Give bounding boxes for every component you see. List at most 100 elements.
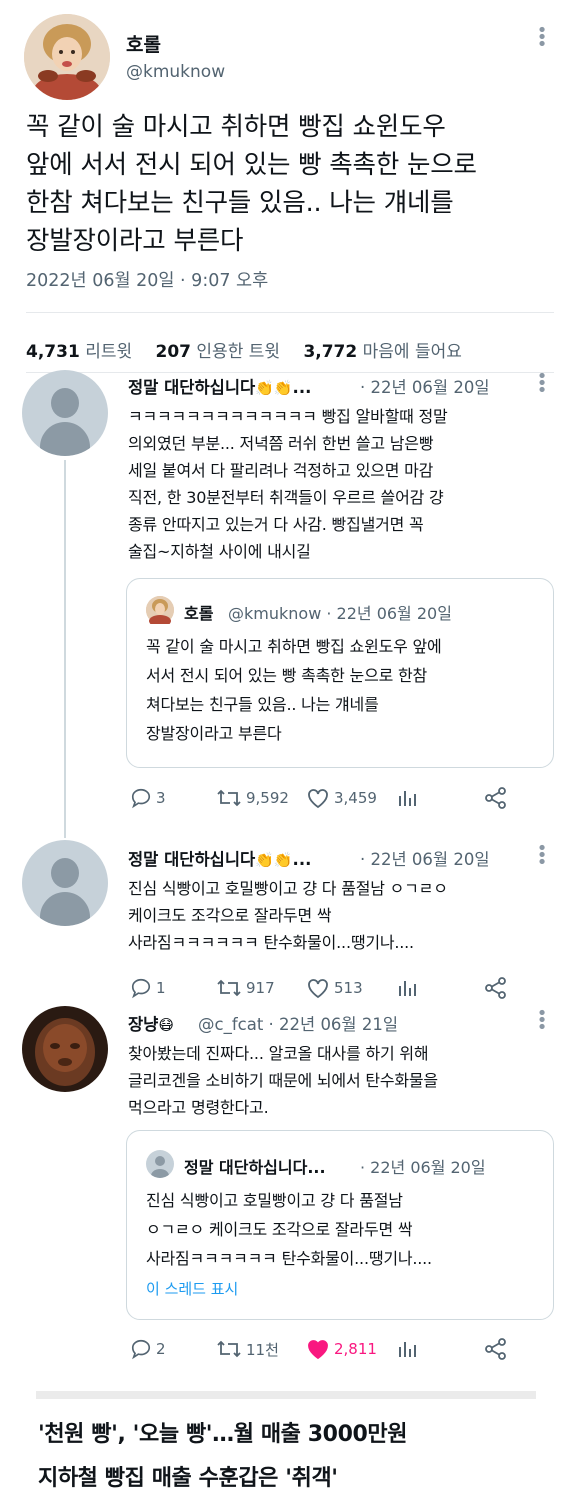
like-button[interactable]: 2,811 xyxy=(306,1338,377,1360)
like-count: 3,459 xyxy=(334,789,377,807)
like-count: 2,811 xyxy=(334,1340,377,1358)
more-options-icon[interactable]: • • • xyxy=(536,368,548,400)
quoted-text-line: 진심 식빵이고 호밀빵이고 걍 다 품절남 xyxy=(146,1191,403,1210)
main-tweet-author-handle[interactable]: @kmuknow xyxy=(126,62,225,82)
main-tweet-text-line: 장발장이라고 부른다 xyxy=(26,226,244,256)
main-tweet-stats: 4,731 리트윗 207 인용한 트윗 3,772 마음에 들어요 xyxy=(26,337,462,362)
quoted-tweet-text: 꼭 같이 술 마시고 취하면 빵집 쇼윈도우 앞에 서서 전시 되어 있는 빵 … xyxy=(146,632,546,748)
like-count[interactable]: 3,772 xyxy=(303,342,357,362)
retweet-count[interactable]: 4,731 xyxy=(26,342,80,362)
quoted-tweet-text: 진심 식빵이고 호밀빵이고 걍 다 품절남 ㅇㄱㄹㅇ 케이크도 조각으로 잘라두… xyxy=(146,1186,546,1273)
quoted-tweet-author-name: 호롤 xyxy=(184,604,214,623)
reply-count: 1 xyxy=(156,979,166,997)
bar-chart-icon xyxy=(396,787,418,809)
reply-text-line: 의외였던 부분... 저녁쯤 러쉬 한번 쓸고 남은빵 xyxy=(128,434,434,453)
like-label[interactable]: 마음에 들어요 xyxy=(363,342,462,362)
analytics-button[interactable] xyxy=(396,977,418,999)
analytics-button[interactable] xyxy=(396,1338,418,1360)
like-button[interactable]: 3,459 xyxy=(306,787,377,809)
quoted-text-line: ㅇㄱㄹㅇ 케이크도 조각으로 잘라두면 싹 xyxy=(146,1220,413,1239)
quote-count[interactable]: 207 xyxy=(156,342,192,362)
reply-author-name-text: 정말 대단하십니다 xyxy=(128,378,256,397)
retweet-arrows-icon xyxy=(216,787,242,809)
section-divider xyxy=(36,1391,536,1399)
speech-bubble-icon xyxy=(130,787,152,809)
share-nodes-icon xyxy=(484,787,508,809)
reply-text-line: 케이크도 조각으로 잘라두면 싹 xyxy=(128,906,332,925)
main-tweet-author-name[interactable]: 호롤 xyxy=(126,30,161,57)
bar-chart-icon xyxy=(396,1338,418,1360)
reply-count: 3 xyxy=(156,789,166,807)
reply-avatar[interactable] xyxy=(22,1006,108,1092)
reply-text-line: 먹으라고 명령한다고. xyxy=(128,1098,269,1117)
reply-text-line: 종류 안따지고 있는거 다 사감. 빵집낼거면 꼭 xyxy=(128,515,424,534)
reply-button[interactable]: 1 xyxy=(130,977,166,999)
main-tweet-text-line: 한참 쳐다보는 친구들 있음.. 나는 걔네를 xyxy=(26,188,454,218)
quoted-tweet-author-name: 정말 대단하십니다... xyxy=(184,1158,326,1177)
reply-author-name[interactable]: 정말 대단하십니다👏👏... xyxy=(128,846,311,870)
main-tweet-text: 꼭 같이 술 마시고 취하면 빵집 쇼윈도우 앞에 서서 전시 되어 있는 빵 … xyxy=(26,108,556,260)
quoted-tweet-meta: @kmuknow · 22년 06월 20일 xyxy=(228,604,452,623)
reply-count: 2 xyxy=(156,1340,166,1358)
clap-emoji-icon: 👏👏 xyxy=(255,379,293,397)
retweet-arrows-icon xyxy=(216,1338,242,1360)
show-thread-link[interactable]: 이 스레드 표시 xyxy=(146,1278,238,1299)
reply-text-line: 찾아봤는데 진짜다... 알코올 대사를 하기 위해 xyxy=(128,1044,429,1063)
reply-text-line: 술집~지하철 사이에 내시길 xyxy=(128,542,311,561)
share-button[interactable] xyxy=(484,787,508,809)
reply-author-name-text: 정말 대단하십니다 xyxy=(128,850,256,869)
reply-avatar[interactable] xyxy=(22,370,108,456)
main-tweet-text-line: 꼭 같이 술 마시고 취하면 빵집 쇼윈도우 xyxy=(26,112,446,142)
more-options-icon[interactable]: • • • xyxy=(536,22,548,54)
reply-author-name[interactable]: 정말 대단하십니다👏👏... xyxy=(128,374,311,398)
like-button[interactable]: 513 xyxy=(306,977,363,999)
reply-button[interactable]: 2 xyxy=(130,1338,166,1360)
divider xyxy=(26,372,554,373)
reply-text-line: 사라짐ㅋㅋㅋㅋㅋㅋ 탄수화물이...땡기나.... xyxy=(128,933,414,952)
quoted-tweet-meta: · 22년 06월 20일 xyxy=(360,1158,486,1177)
name-ellipsis: ... xyxy=(292,378,312,397)
face-with-mask-emoji-icon: 😷 xyxy=(158,1016,175,1034)
bar-chart-icon xyxy=(396,977,418,999)
reply-text-line: 세일 붙여서 다 팔리려나 걱정하고 있으면 마감 xyxy=(128,461,434,480)
retweet-count: 9,592 xyxy=(246,789,289,807)
quoted-text-line: 서서 전시 되어 있는 빵 촉촉한 눈으로 한참 xyxy=(146,666,428,685)
quote-label[interactable]: 인용한 트윗 xyxy=(196,342,280,362)
reply-timestamp[interactable]: · 22년 06월 20일 xyxy=(360,374,490,398)
speech-bubble-icon xyxy=(130,977,152,999)
news-headline-line-2: 지하철 빵집 매출 수훈갑은 '취객' xyxy=(38,1466,338,1491)
reply-text-line: 글리코겐을 소비하기 때문에 뇌에서 탄수화물을 xyxy=(128,1071,438,1090)
retweet-label[interactable]: 리트윗 xyxy=(85,342,132,362)
heart-icon xyxy=(306,1338,330,1360)
reply-handle-timestamp[interactable]: @c_fcat · 22년 06월 21일 xyxy=(198,1011,398,1035)
reply-text: 찾아봤는데 진짜다... 알코올 대사를 하기 위해 글리코겐을 소비하기 때문… xyxy=(128,1040,548,1121)
analytics-button[interactable] xyxy=(396,787,418,809)
reply-text: ㅋㅋㅋㅋㅋㅋㅋㅋㅋㅋㅋㅋㅋ 빵집 알바할때 정말 의외였던 부분... 저녁쯤 … xyxy=(128,403,538,565)
heart-icon xyxy=(306,787,330,809)
speech-bubble-icon xyxy=(130,1338,152,1360)
share-nodes-icon xyxy=(484,1338,508,1360)
reply-avatar[interactable] xyxy=(22,840,108,926)
thread-connector-line xyxy=(64,460,66,838)
reply-text: 진심 식빵이고 호밀빵이고 걍 다 품절남 ㅇㄱㄹㅇ 케이크도 조각으로 잘라두… xyxy=(128,875,548,956)
quoted-tweet-avatar xyxy=(146,1150,174,1178)
reply-timestamp[interactable]: · 22년 06월 20일 xyxy=(360,846,490,870)
retweet-arrows-icon xyxy=(216,977,242,999)
news-headline-line-1: '천원 빵', '오늘 빵'…월 매출 3000만원 xyxy=(38,1422,408,1447)
quoted-text-line: 사라짐ㅋㅋㅋㅋㅋㅋ 탄수화물이...땡기나.... xyxy=(146,1249,432,1268)
reply-author-name[interactable]: 장냥😷 xyxy=(128,1011,174,1035)
retweet-button[interactable]: 9,592 xyxy=(216,787,289,809)
more-options-icon[interactable]: • • • xyxy=(536,840,548,872)
retweet-button[interactable]: 917 xyxy=(216,977,275,999)
retweet-count: 917 xyxy=(246,979,275,997)
main-tweet-timestamp[interactable]: 2022년 06월 20일 · 9:07 오후 xyxy=(26,267,268,292)
main-tweet-avatar[interactable] xyxy=(24,14,110,100)
reply-text-line: 진심 식빵이고 호밀빵이고 걍 다 품절남 ㅇㄱㄹㅇ xyxy=(128,879,448,898)
name-ellipsis: ... xyxy=(292,850,312,869)
share-button[interactable] xyxy=(484,1338,508,1360)
more-options-icon[interactable]: • • • xyxy=(536,1005,548,1037)
reply-button[interactable]: 3 xyxy=(130,787,166,809)
retweet-button[interactable]: 11천 xyxy=(216,1338,279,1360)
clap-emoji-icon: 👏👏 xyxy=(255,851,293,869)
share-button[interactable] xyxy=(484,977,508,999)
